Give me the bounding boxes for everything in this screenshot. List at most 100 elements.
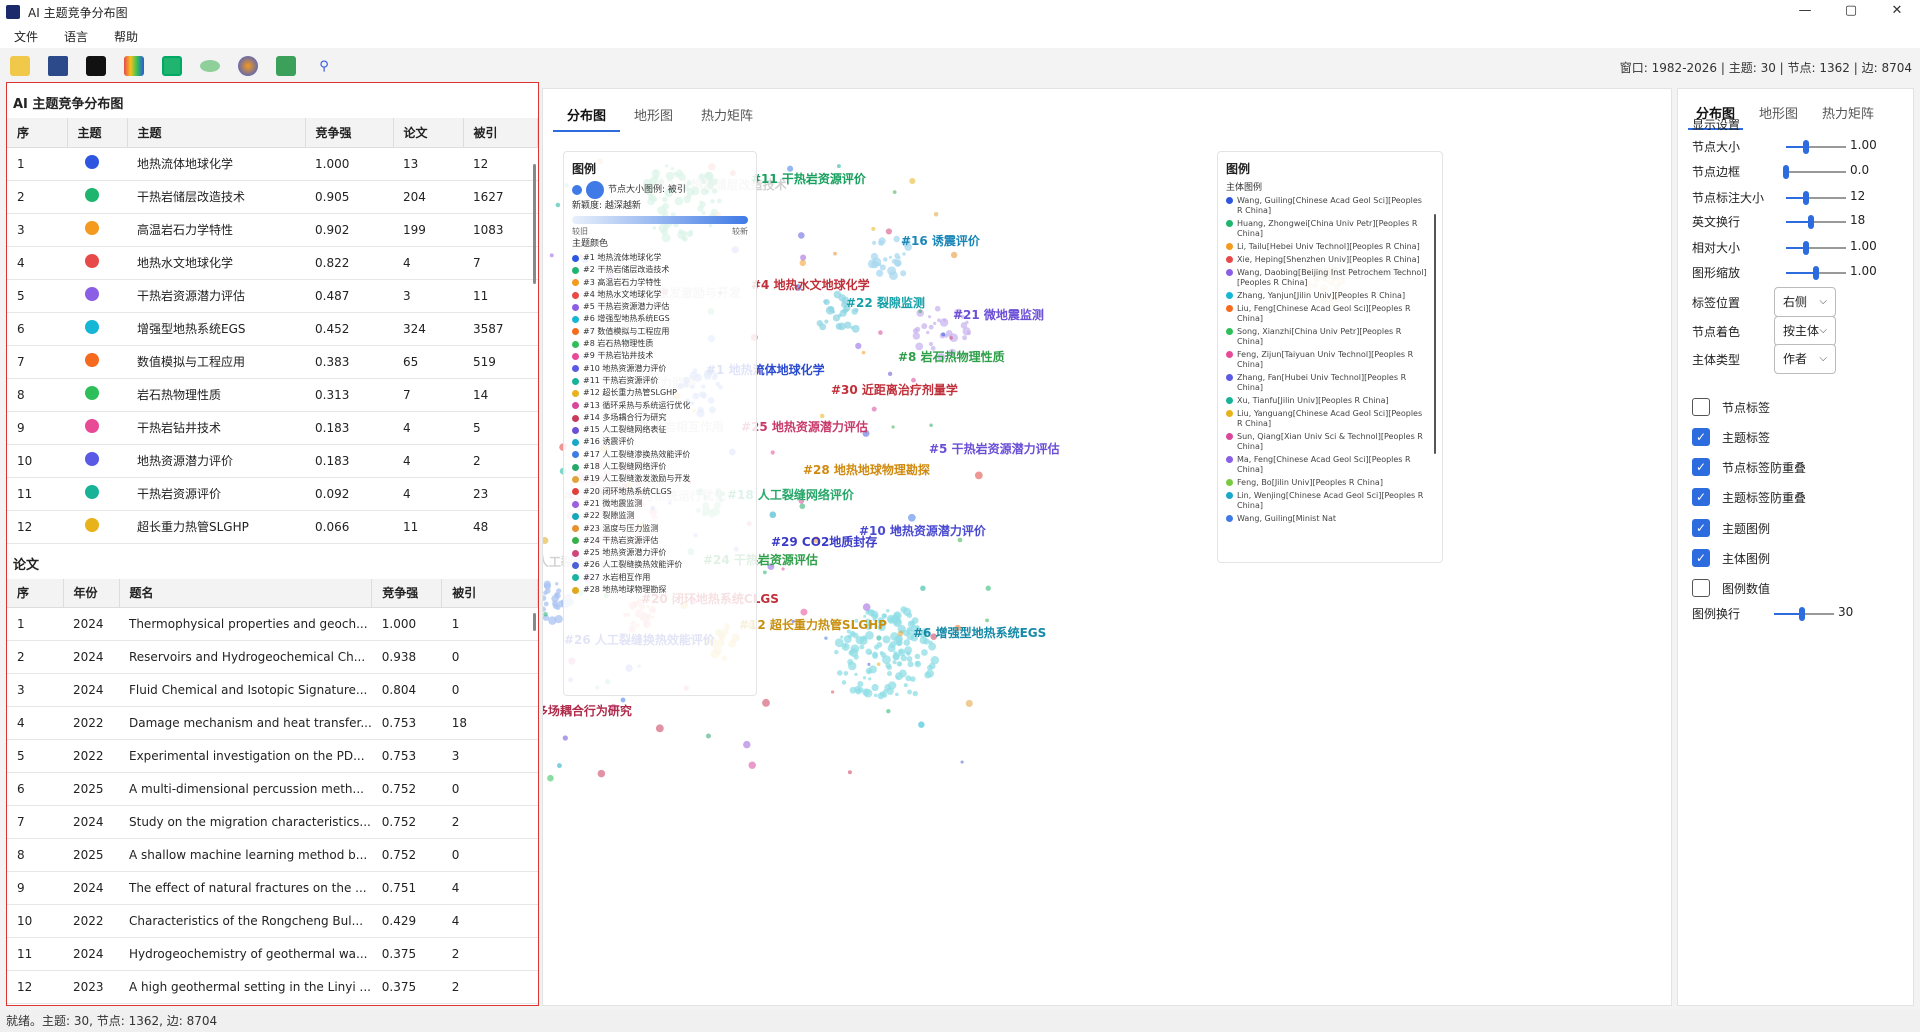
- network-node[interactable]: [834, 649, 839, 655]
- slider-knob[interactable]: [1813, 266, 1819, 280]
- col-cites[interactable]: 被引: [463, 118, 538, 148]
- network-node[interactable]: [867, 662, 871, 666]
- network-node[interactable]: [886, 664, 892, 671]
- network-node[interactable]: [933, 321, 937, 326]
- table-row[interactable]: 9 干热岩钻井技术 0.183 4 5: [7, 411, 538, 445]
- papers-scrollbar[interactable]: [533, 612, 536, 631]
- network-node[interactable]: [838, 294, 846, 302]
- network-node[interactable]: [865, 648, 873, 655]
- table-row[interactable]: 8 2025 A shallow machine learning method b…: [7, 838, 538, 872]
- network-node[interactable]: [847, 770, 852, 775]
- network-node[interactable]: [886, 687, 894, 696]
- settings-checkbox[interactable]: ✓ 节点标签防重叠: [1692, 458, 1806, 476]
- col-paper-idx[interactable]: 序: [7, 578, 64, 608]
- network-node[interactable]: [841, 680, 847, 685]
- cluster-label[interactable]: #8 岩石热物理性质: [898, 349, 1005, 364]
- network-node[interactable]: [912, 332, 921, 340]
- network-node[interactable]: [872, 653, 878, 659]
- cluster-label[interactable]: #14 多场耦合行为研究: [543, 703, 632, 718]
- cloud-icon[interactable]: [200, 60, 220, 72]
- network-node[interactable]: [770, 450, 775, 455]
- network-node[interactable]: [851, 648, 855, 652]
- settings-checkbox[interactable]: 图例数值: [1692, 579, 1770, 597]
- network-node[interactable]: [836, 164, 841, 169]
- network-node[interactable]: [824, 319, 829, 324]
- network-node[interactable]: [872, 257, 882, 267]
- network-node[interactable]: [620, 697, 626, 703]
- network-node[interactable]: [929, 423, 933, 427]
- network-node[interactable]: [949, 336, 953, 340]
- cluster-label[interactable]: #11 干热岩资源评价: [751, 171, 867, 186]
- network-node[interactable]: [926, 330, 930, 335]
- network-node[interactable]: [854, 672, 858, 677]
- col-paper-cites[interactable]: 被引: [441, 578, 538, 608]
- settings-slider[interactable]: [1786, 241, 1846, 255]
- network-node[interactable]: [762, 698, 770, 707]
- menu-language[interactable]: 语言: [64, 28, 88, 45]
- table-row[interactable]: 5 2022 Experimental investigation on the P…: [7, 739, 538, 773]
- network-node[interactable]: [875, 269, 884, 277]
- network-node[interactable]: [924, 671, 932, 679]
- network-node[interactable]: [853, 654, 859, 660]
- menu-file[interactable]: 文件: [14, 28, 38, 45]
- network-node[interactable]: [543, 537, 549, 545]
- network-node[interactable]: [893, 651, 898, 655]
- network-node[interactable]: [843, 635, 852, 644]
- network-node[interactable]: [787, 165, 794, 172]
- network-node[interactable]: [886, 670, 893, 677]
- table-row[interactable]: 11 2024 Hydrogeochemistry of geothermal wa…: [7, 937, 538, 971]
- network-node[interactable]: [551, 594, 559, 603]
- network-node[interactable]: [985, 618, 989, 623]
- network-node[interactable]: [894, 253, 900, 259]
- network-node[interactable]: [552, 603, 559, 609]
- person-icon[interactable]: ⚲: [314, 56, 334, 76]
- slider-knob[interactable]: [1802, 140, 1809, 154]
- network-node[interactable]: [900, 606, 908, 613]
- network-node[interactable]: [859, 636, 868, 646]
- network-node[interactable]: [877, 692, 885, 700]
- network-node[interactable]: [891, 259, 897, 264]
- legend-wrap-slider[interactable]: [1774, 607, 1834, 621]
- cluster-label[interactable]: #10 地热资源潜力评价: [859, 523, 987, 538]
- cluster-label[interactable]: #28 地热地球物理勘探: [803, 462, 930, 477]
- tab-heatmatrix[interactable]: 热力矩阵: [687, 99, 767, 132]
- close-button[interactable]: ✕: [1874, 0, 1920, 24]
- network-node[interactable]: [850, 644, 860, 654]
- network-node[interactable]: [556, 588, 562, 594]
- network-node[interactable]: [859, 644, 865, 650]
- save-icon[interactable]: [48, 56, 68, 76]
- network-node[interactable]: [849, 686, 857, 694]
- network-node[interactable]: [941, 332, 946, 337]
- slider-knob[interactable]: [1802, 241, 1809, 255]
- table-row[interactable]: 5 干热岩资源潜力评估 0.487 3 11: [7, 279, 538, 313]
- network-node[interactable]: [840, 635, 844, 639]
- network-node[interactable]: [800, 254, 807, 261]
- table-row[interactable]: 10 2022 Characteristics of the Rongcheng B…: [7, 904, 538, 938]
- cluster-label[interactable]: #25 地热资源潜力评估: [741, 419, 868, 434]
- author-legend-scrollbar[interactable]: [1434, 214, 1436, 454]
- network-node[interactable]: [878, 330, 883, 335]
- network-node[interactable]: [905, 675, 912, 682]
- network-node[interactable]: [910, 620, 915, 626]
- table-row[interactable]: 2 干热岩储层改造技术 0.905 204 1627: [7, 180, 538, 214]
- network-node[interactable]: [879, 651, 884, 655]
- col-idx[interactable]: 序: [7, 118, 68, 148]
- network-node[interactable]: [861, 350, 866, 355]
- check-icon[interactable]: ✓: [1692, 458, 1710, 476]
- network-node[interactable]: [832, 314, 840, 322]
- network-node[interactable]: [549, 253, 554, 258]
- network-node[interactable]: [914, 326, 921, 333]
- network-node[interactable]: [871, 406, 877, 412]
- network-node[interactable]: [890, 632, 899, 641]
- maximize-button[interactable]: ▢: [1828, 0, 1874, 24]
- cluster-label[interactable]: #16 诱震评价: [901, 233, 981, 248]
- table-row[interactable]: 1 地热流体地球化学 1.000 13 12: [7, 147, 538, 181]
- network-node[interactable]: [847, 661, 857, 671]
- network-node[interactable]: [873, 693, 878, 698]
- network-node[interactable]: [907, 513, 916, 522]
- table-row[interactable]: 12 超长重力热管SLGHP 0.066 11 48: [7, 510, 538, 544]
- network-node[interactable]: [843, 671, 849, 676]
- slider-knob[interactable]: [1783, 165, 1789, 179]
- network-node[interactable]: [889, 271, 898, 281]
- col-year[interactable]: 年份: [63, 578, 120, 608]
